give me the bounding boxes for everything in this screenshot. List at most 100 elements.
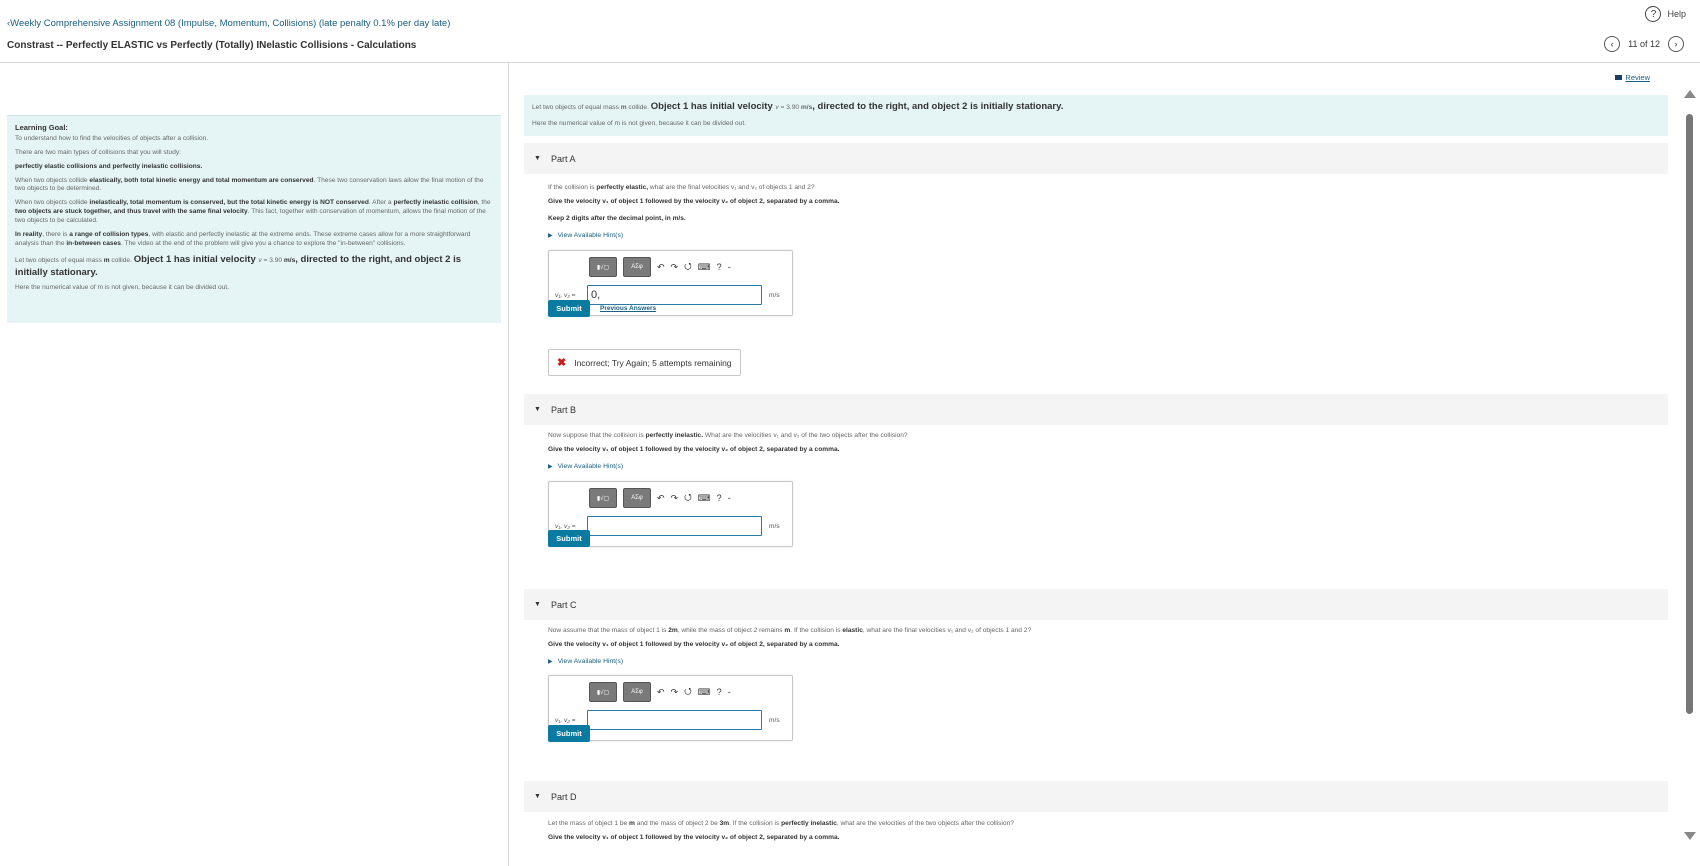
next-item-button[interactable]: › [1668,36,1684,52]
caret-right-icon: ▶ [548,659,553,665]
help-button[interactable]: ? Help [1645,6,1686,22]
symbols-button[interactable]: ΑΣφ [623,682,651,702]
caret-down-icon: ▼ [534,793,541,800]
keyboard-icon[interactable]: ⌨ [698,687,711,698]
more-icon[interactable]: - [728,262,731,272]
part-b-header[interactable]: ▼ Part B [524,394,1668,425]
pager: ‹ 11 of 12 › [1604,36,1684,52]
part-b-submit-button[interactable]: Submit [548,530,590,547]
redo-icon[interactable]: ↷ [671,687,679,698]
keyboard-icon[interactable]: ⌨ [698,262,711,273]
part-d-label: Part D [550,791,577,802]
answer-label: v₁, v₂ = [555,292,576,299]
undo-icon[interactable]: ↶ [657,262,665,273]
review-link[interactable]: Review [1615,73,1650,82]
previous-item-button[interactable]: ‹ [1604,36,1621,52]
unit-label: m/s [769,292,780,299]
page-title: Constrast -- Perfectly ELASTIC vs Perfec… [7,40,417,51]
math-toolbar: ▮√▢ ΑΣφ ↶ ↷ ⭯ ⌨ ? - [589,257,731,277]
part-d-header[interactable]: ▼ Part D [524,781,1668,812]
unit-label: m/s [769,523,780,530]
hints-label: View Available Hint(s) [557,463,624,470]
part-c-header[interactable]: ▼ Part C [524,589,1668,620]
templates-button[interactable]: ▮√▢ [589,257,617,277]
reset-icon[interactable]: ⭯ [684,259,692,275]
help-label: Help [1667,9,1686,19]
reset-icon[interactable]: ⭯ [684,684,692,700]
part-b-answer-input[interactable] [587,516,762,536]
part-a-question: If the collision is perfectly elastic, w… [548,184,815,191]
problem-intro-box: Let two objects of equal mass m collide.… [524,95,1668,136]
part-a-answer-input[interactable]: 0, [587,285,762,305]
intro-note: Here the numerical value of m is not giv… [532,120,747,127]
reset-icon[interactable]: ⭯ [684,490,692,506]
part-c-question: Now assume that the mass of object 1 is … [548,627,1032,634]
redo-icon[interactable]: ↷ [671,493,679,504]
top-bar: ‹ Weekly Comprehensive Assignment 08 (Imp… [0,0,1700,63]
goal-paragraph-elastic: When two objects collide elastically, bo… [15,176,484,193]
symbols-button[interactable]: ΑΣφ [623,257,651,277]
goal-paragraph-reality: In reality, there is a range of collisio… [15,231,471,247]
scroll-down-arrow-icon[interactable] [1684,832,1696,840]
help-icon[interactable]: ? [717,687,722,697]
review-label: Review [1625,73,1650,82]
caret-right-icon: ▶ [548,464,553,470]
book-icon [1615,75,1623,80]
part-d-question: Let the mass of object 1 be m and the ma… [548,820,1014,827]
part-a-submit-button[interactable]: Submit [548,300,590,317]
goal-line1: To understand how to find the velocities… [15,134,209,142]
learning-goal-box: Learning Goal: To understand how to find… [7,115,501,323]
part-c-instructions: Give the velocity v₁ of object 1 followe… [548,641,840,648]
scroll-up-arrow-icon[interactable] [1684,90,1696,98]
undo-icon[interactable]: ↶ [657,687,665,698]
back-link-label: Weekly Comprehensive Assignment 08 (Impu… [10,18,451,29]
part-a-header[interactable]: ▼ Part A [524,143,1668,174]
part-c-submit-button[interactable]: Submit [548,725,590,742]
help-icon[interactable]: ? [717,493,722,503]
left-panel: Learning Goal: To understand how to find… [0,63,509,866]
templates-button[interactable]: ▮√▢ [589,682,617,702]
part-a-precision-note: Keep 2 digits after the decimal point, i… [548,215,686,222]
goal-paragraph-inelastic: When two objects collide inelastically, … [15,199,491,225]
part-a-feedback: ✖ Incorrect; Try Again; 5 attempts remain… [548,349,741,376]
part-c-label: Part C [550,599,577,610]
hints-label: View Available Hint(s) [557,658,624,665]
part-b-question: Now suppose that the collision is perfec… [548,432,908,439]
caret-down-icon: ▼ [534,601,541,608]
more-icon[interactable]: - [728,687,731,697]
undo-icon[interactable]: ↶ [657,493,665,504]
intro-setup: Let two objects of equal mass m collide.… [532,101,1064,112]
answer-label: v₁, v₂ = [555,717,576,724]
caret-right-icon: ▶ [548,233,553,239]
back-to-assignment-link[interactable]: ‹Weekly Comprehensive Assignment 08 (Imp… [7,18,450,29]
feedback-text: Incorrect; Try Again; 5 attempts remaini… [574,357,732,368]
learning-goal-heading: Learning Goal: [15,123,68,132]
vertical-scrollbar[interactable] [1681,90,1699,840]
answer-label: v₁, v₂ = [555,523,576,530]
part-a-hints-toggle[interactable]: ▶ View Available Hint(s) [548,232,623,239]
scrollbar-thumb[interactable] [1686,114,1693,714]
caret-down-icon: ▼ [534,155,541,162]
previous-answers-link[interactable]: Previous Answers [600,305,656,312]
goal-line3: perfectly elastic collisions and perfect… [15,162,203,170]
part-b-hints-toggle[interactable]: ▶ View Available Hint(s) [548,463,623,470]
math-toolbar: ▮√▢ ΑΣφ ↶ ↷ ⭯ ⌨ ? - [589,682,731,702]
help-icon[interactable]: ? [717,262,722,272]
main-panel: Review Let two objects of equal mass m c… [509,63,1669,866]
keyboard-icon[interactable]: ⌨ [698,493,711,504]
caret-down-icon: ▼ [534,406,541,413]
more-icon[interactable]: - [728,493,731,503]
x-icon: ✖ [557,357,567,369]
templates-button[interactable]: ▮√▢ [589,488,617,508]
part-c-answer-input[interactable] [587,710,762,730]
redo-icon[interactable]: ↷ [671,262,679,273]
part-a-label: Part A [550,153,576,164]
pager-count: 11 of 12 [1628,39,1660,49]
goal-line2: There are two main types of collisions t… [15,148,182,156]
question-circle-icon: ? [1645,6,1662,22]
part-c-hints-toggle[interactable]: ▶ View Available Hint(s) [548,658,623,665]
goal-paragraph-setup: Let two objects of equal mass m collide.… [15,253,461,278]
part-a-instructions: Give the velocity v₁ of object 1 followe… [548,198,840,205]
unit-label: m/s [769,717,780,724]
symbols-button[interactable]: ΑΣφ [623,488,651,508]
